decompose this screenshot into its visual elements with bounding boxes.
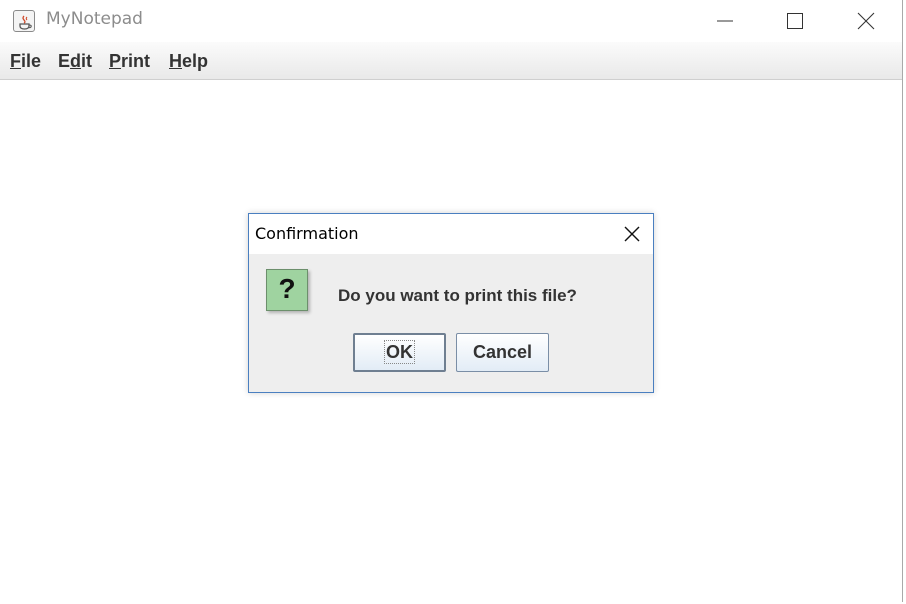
ok-button-label: OK — [384, 340, 415, 364]
dialog-close-button[interactable] — [611, 214, 653, 254]
question-icon: ? — [266, 269, 308, 311]
cancel-button[interactable]: Cancel — [456, 333, 549, 372]
close-button[interactable] — [831, 0, 901, 42]
maximize-button[interactable] — [760, 0, 830, 42]
maximize-icon — [787, 13, 803, 29]
window-titlebar[interactable]: MyNotepad — [0, 0, 902, 42]
close-icon — [624, 226, 640, 242]
background-window-edge — [900, 364, 904, 386]
java-cup-icon[interactable] — [13, 10, 35, 32]
dialog-titlebar[interactable]: Confirmation — [249, 214, 653, 254]
dialog-message: Do you want to print this file? — [338, 286, 577, 305]
menu-help[interactable]: Help — [169, 51, 208, 72]
minimize-icon — [717, 20, 733, 22]
window-title: MyNotepad — [46, 9, 143, 29]
dialog-title: Confirmation — [255, 224, 359, 243]
menu-file[interactable]: File — [10, 51, 41, 72]
close-icon — [857, 12, 875, 30]
menu-print[interactable]: Print — [109, 51, 150, 72]
minimize-button[interactable] — [690, 0, 760, 42]
ok-button[interactable]: OK — [353, 333, 446, 372]
menubar: File Edit Print Help — [0, 42, 902, 80]
confirmation-dialog: Confirmation ? Do you want to print this… — [248, 213, 654, 393]
menu-edit[interactable]: Edit — [58, 51, 92, 72]
